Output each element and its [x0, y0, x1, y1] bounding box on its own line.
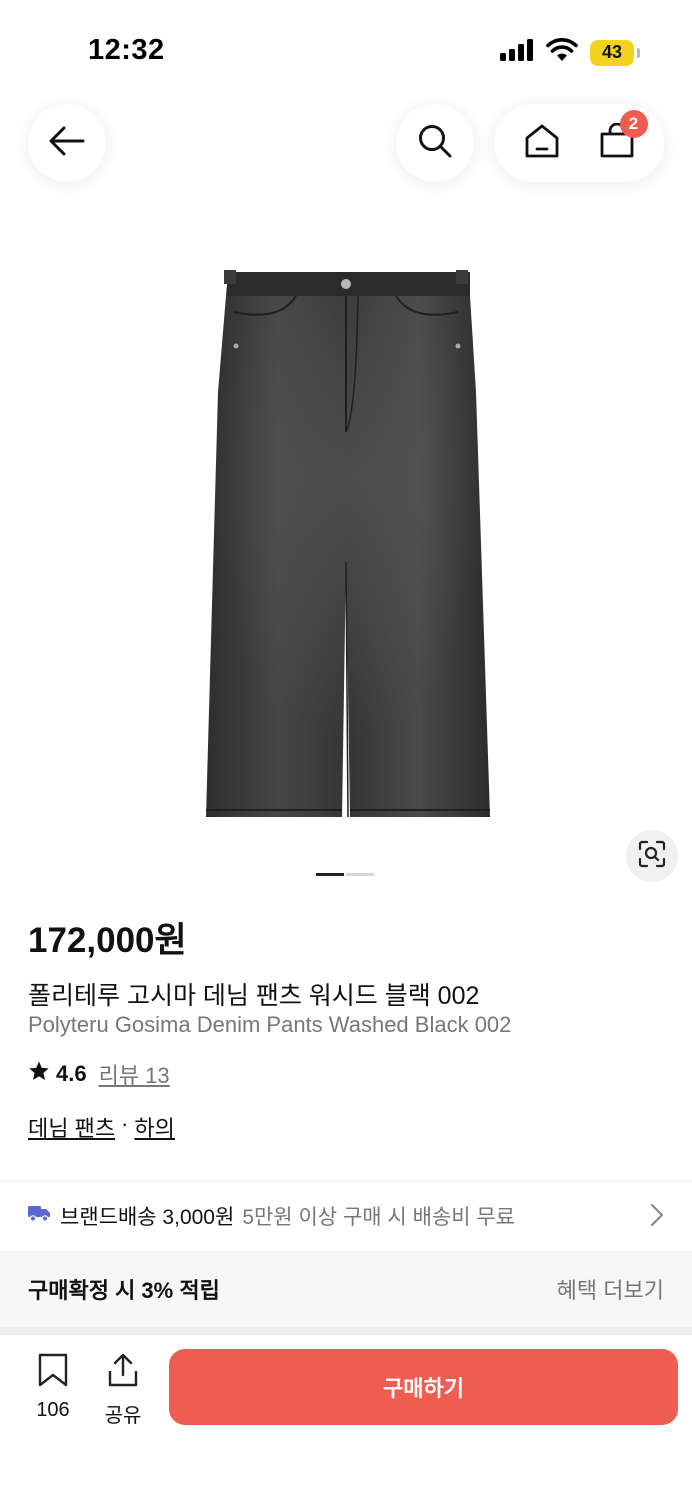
status-time: 12:32 — [88, 34, 165, 66]
status-bar: 12:32 43 — [0, 0, 692, 100]
status-icons: 43 — [500, 38, 640, 67]
image-search-button[interactable] — [626, 830, 678, 882]
benefit-more-link[interactable]: 혜택 더보기 — [557, 1273, 664, 1305]
shipping-brand-label: 브랜드배송 3,000원 — [60, 1206, 235, 1229]
pager-dot — [346, 873, 374, 876]
image-pager — [316, 873, 374, 876]
product-name-en: Polyteru Gosima Denim Pants Washed Black… — [28, 1012, 512, 1037]
battery-level: 43 — [601, 42, 623, 62]
rating-row: 4.6 리뷰 13 — [28, 1058, 170, 1090]
category-separator: · — [121, 1111, 129, 1136]
review-link[interactable]: 리뷰 13 — [99, 1058, 170, 1090]
pager-dot-active — [316, 873, 344, 876]
product-price: 172,000원 — [28, 921, 187, 960]
buy-button[interactable]: 구매하기 — [169, 1349, 678, 1425]
category-breadcrumb: 데님 팬츠 · 하의 — [28, 1111, 175, 1143]
home-icon — [524, 123, 560, 164]
share-button[interactable]: 공유 — [100, 1353, 146, 1428]
cart-button[interactable]: 2 — [592, 110, 648, 168]
chevron-right-icon — [650, 1203, 664, 1233]
search-icon — [417, 123, 453, 164]
search-button[interactable] — [396, 104, 474, 182]
bottom-action-bar: 106 공유 구매하기 — [0, 1335, 692, 1500]
product-name-ko: 폴리테루 고시마 데님 팬츠 워시드 블랙 002 — [28, 982, 480, 1010]
battery-icon: 43 — [590, 39, 640, 66]
bookmark-button[interactable]: 106 — [30, 1353, 76, 1422]
benefit-row: 구매확정 시 3% 적립 혜택 더보기 — [0, 1251, 692, 1327]
share-icon — [107, 1353, 139, 1393]
signal-icon — [500, 39, 534, 66]
bookmark-count: 106 — [36, 1399, 70, 1421]
share-label: 공유 — [104, 1405, 142, 1427]
truck-icon — [28, 1204, 50, 1228]
bookmark-icon — [38, 1353, 68, 1393]
product-image[interactable] — [190, 262, 502, 828]
category-sub-link[interactable]: 하의 — [134, 1111, 174, 1143]
cart-count-badge: 2 — [619, 110, 648, 138]
wifi-icon — [546, 38, 578, 67]
shipping-note: 5만원 이상 구매 시 배송비 무료 — [242, 1206, 516, 1229]
home-cart-group: 2 — [494, 104, 664, 182]
category-main-link[interactable]: 데님 팬츠 — [28, 1111, 115, 1143]
rating-value: 4.6 — [56, 1061, 87, 1086]
benefit-label: 구매확정 시 3% 적립 — [28, 1278, 220, 1303]
back-button[interactable] — [28, 104, 106, 182]
section-band — [0, 1327, 692, 1335]
star-icon — [28, 1060, 50, 1088]
home-button[interactable] — [517, 118, 567, 168]
back-arrow-icon — [49, 126, 85, 161]
image-search-icon — [638, 840, 666, 873]
shipping-row[interactable]: 브랜드배송 3,000원 5만원 이상 구매 시 배송비 무료 — [0, 1181, 692, 1251]
battery-nub — [637, 47, 640, 58]
